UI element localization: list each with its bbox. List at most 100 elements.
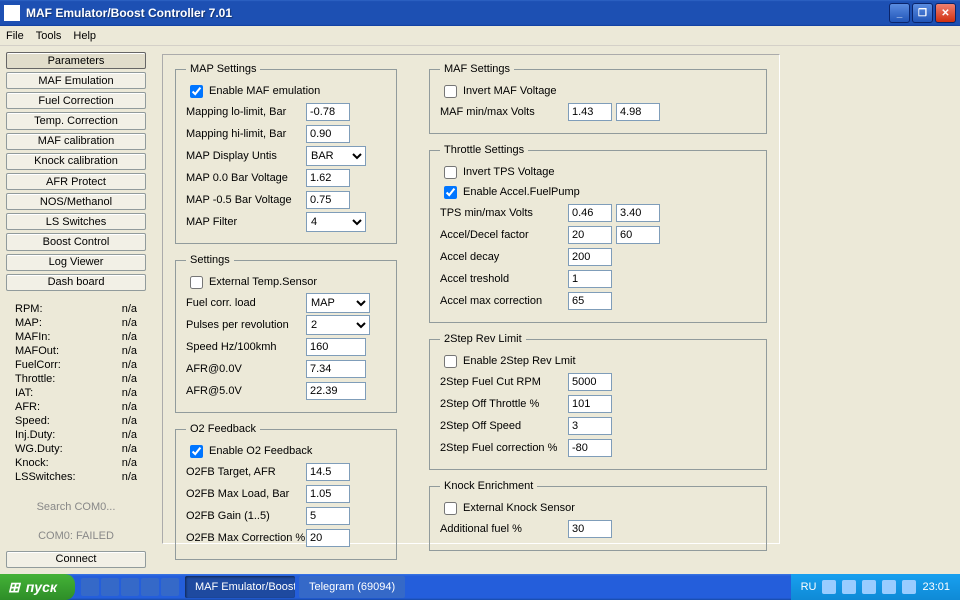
stat-key: MAP: (15, 317, 42, 329)
enable-o2-label: Enable O2 Feedback (209, 445, 312, 457)
map-settings-legend: MAP Settings (186, 63, 260, 75)
tray-icon[interactable] (882, 580, 896, 594)
o2-maxcorr-input[interactable] (306, 529, 350, 547)
enable-accel-fuelpump-checkbox[interactable] (444, 186, 457, 199)
enable-accel-fuelpump-label: Enable Accel.FuelPump (463, 186, 580, 198)
com-status: COM0: FAILED (6, 530, 146, 542)
tray-icon[interactable] (822, 580, 836, 594)
language-indicator[interactable]: RU (801, 581, 817, 593)
pulses-per-rev-select[interactable]: 2 (306, 315, 370, 335)
maf-min-input[interactable] (568, 103, 612, 121)
stat-key: AFR: (15, 401, 40, 413)
stat-val: n/a (122, 303, 137, 315)
sidebar-item-maf-emulation[interactable]: MAF Emulation (6, 72, 146, 89)
afr-5v-input[interactable] (306, 382, 366, 400)
connect-button[interactable]: Connect (6, 551, 146, 568)
map-units-select[interactable]: BAR (306, 146, 366, 166)
mapping-lo-input[interactable] (306, 103, 350, 121)
ql-icon[interactable] (161, 578, 179, 596)
search-com-label[interactable]: Search COM0... (6, 501, 146, 513)
sidebar-item-parameters[interactable]: Parameters (6, 52, 146, 69)
stat-key: LSSwitches: (15, 471, 76, 483)
sidebar-item-maf-calibration[interactable]: MAF calibration (6, 133, 146, 150)
enable-maf-emulation-label: Enable MAF emulation (209, 85, 320, 97)
accel-decay-label: Accel decay (440, 251, 568, 263)
maximize-button[interactable]: ❐ (912, 3, 933, 23)
stat-val: n/a (122, 359, 137, 371)
enable-o2-checkbox[interactable] (190, 445, 203, 458)
maf-minmax-label: MAF min/max Volts (440, 106, 568, 118)
sidebar-item-boost-control[interactable]: Boost Control (6, 233, 146, 250)
menu-file[interactable]: File (6, 30, 24, 42)
stat-val: n/a (122, 373, 137, 385)
ql-icon[interactable] (141, 578, 159, 596)
ql-icon[interactable] (121, 578, 139, 596)
sidebar-item-temp-correction[interactable]: Temp. Correction (6, 112, 146, 129)
tps-minmax-label: TPS min/max Volts (440, 207, 568, 219)
tray-icon[interactable] (862, 580, 876, 594)
accel-treshold-label: Accel treshold (440, 273, 568, 285)
o2-maxload-label: O2FB Max Load, Bar (186, 488, 306, 500)
decel-factor-input[interactable] (616, 226, 660, 244)
map-05-voltage-input[interactable] (306, 191, 350, 209)
ql-icon[interactable] (81, 578, 99, 596)
windows-logo-icon: ⊞ (8, 579, 20, 596)
sidebar-item-knock-calibration[interactable]: Knock calibration (6, 153, 146, 170)
speed-hz-input[interactable] (306, 338, 366, 356)
sidebar-item-nos-methanol[interactable]: NOS/Methanol (6, 193, 146, 210)
sidebar-item-log-viewer[interactable]: Log Viewer (6, 254, 146, 271)
map-settings-group: MAP Settings Enable MAF emulation Mappin… (175, 63, 397, 244)
enable-maf-emulation-checkbox[interactable] (190, 85, 203, 98)
tray-icon[interactable] (902, 580, 916, 594)
tray-icon[interactable] (842, 580, 856, 594)
external-temp-checkbox[interactable] (190, 276, 203, 289)
parameters-panel: MAP Settings Enable MAF emulation Mappin… (162, 54, 780, 544)
invert-tps-checkbox[interactable] (444, 166, 457, 179)
close-button[interactable]: ✕ (935, 3, 956, 23)
tps-max-input[interactable] (616, 204, 660, 222)
sidebar-item-afr-protect[interactable]: AFR Protect (6, 173, 146, 190)
sidebar-item-fuel-correction[interactable]: Fuel Correction (6, 92, 146, 109)
stat-key: Knock: (15, 457, 49, 469)
menu-tools[interactable]: Tools (36, 30, 62, 42)
ql-icon[interactable] (101, 578, 119, 596)
o2-maxcorr-label: O2FB Max Correction % (186, 532, 306, 544)
accel-treshold-input[interactable] (568, 270, 612, 288)
accel-factor-input[interactable] (568, 226, 612, 244)
taskbar-app-maf[interactable]: MAF Emulator/Boost ... (185, 576, 295, 598)
accel-maxcorr-input[interactable] (568, 292, 612, 310)
o2-gain-input[interactable] (306, 507, 350, 525)
maf-max-input[interactable] (616, 103, 660, 121)
enable-2step-checkbox[interactable] (444, 355, 457, 368)
accel-decay-input[interactable] (568, 248, 612, 266)
2step-corr-label: 2Step Fuel correction % (440, 442, 568, 454)
taskbar-app-label: MAF Emulator/Boost ... (195, 581, 295, 593)
afr-0v-input[interactable] (306, 360, 366, 378)
tps-min-input[interactable] (568, 204, 612, 222)
map-0-voltage-input[interactable] (306, 169, 350, 187)
menu-help[interactable]: Help (73, 30, 96, 42)
taskbar-app-telegram[interactable]: Telegram (69094) (299, 576, 405, 598)
invert-maf-checkbox[interactable] (444, 85, 457, 98)
2step-speed-input[interactable] (568, 417, 612, 435)
map-filter-select[interactable]: 4 (306, 212, 366, 232)
additional-fuel-input[interactable] (568, 520, 612, 538)
o2-legend: O2 Feedback (186, 423, 260, 435)
mapping-hi-input[interactable] (306, 125, 350, 143)
2step-corr-input[interactable] (568, 439, 612, 457)
stat-key: Speed: (15, 415, 50, 427)
fuel-corr-load-select[interactable]: MAP (306, 293, 370, 313)
stat-val: n/a (122, 331, 137, 343)
rev-limit-group: 2Step Rev Limit Enable 2Step Rev Lmit 2S… (429, 333, 767, 470)
clock[interactable]: 23:01 (922, 581, 950, 593)
sidebar-item-ls-switches[interactable]: LS Switches (6, 213, 146, 230)
o2-target-input[interactable] (306, 463, 350, 481)
start-button[interactable]: ⊞ пуск (0, 574, 75, 600)
sidebar-item-dash-board[interactable]: Dash board (6, 274, 146, 291)
minimize-button[interactable]: _ (889, 3, 910, 23)
external-knock-checkbox[interactable] (444, 502, 457, 515)
2step-throttle-input[interactable] (568, 395, 612, 413)
2step-rpm-input[interactable] (568, 373, 612, 391)
map-05-voltage-label: MAP -0.5 Bar Voltage (186, 194, 306, 206)
o2-maxload-input[interactable] (306, 485, 350, 503)
